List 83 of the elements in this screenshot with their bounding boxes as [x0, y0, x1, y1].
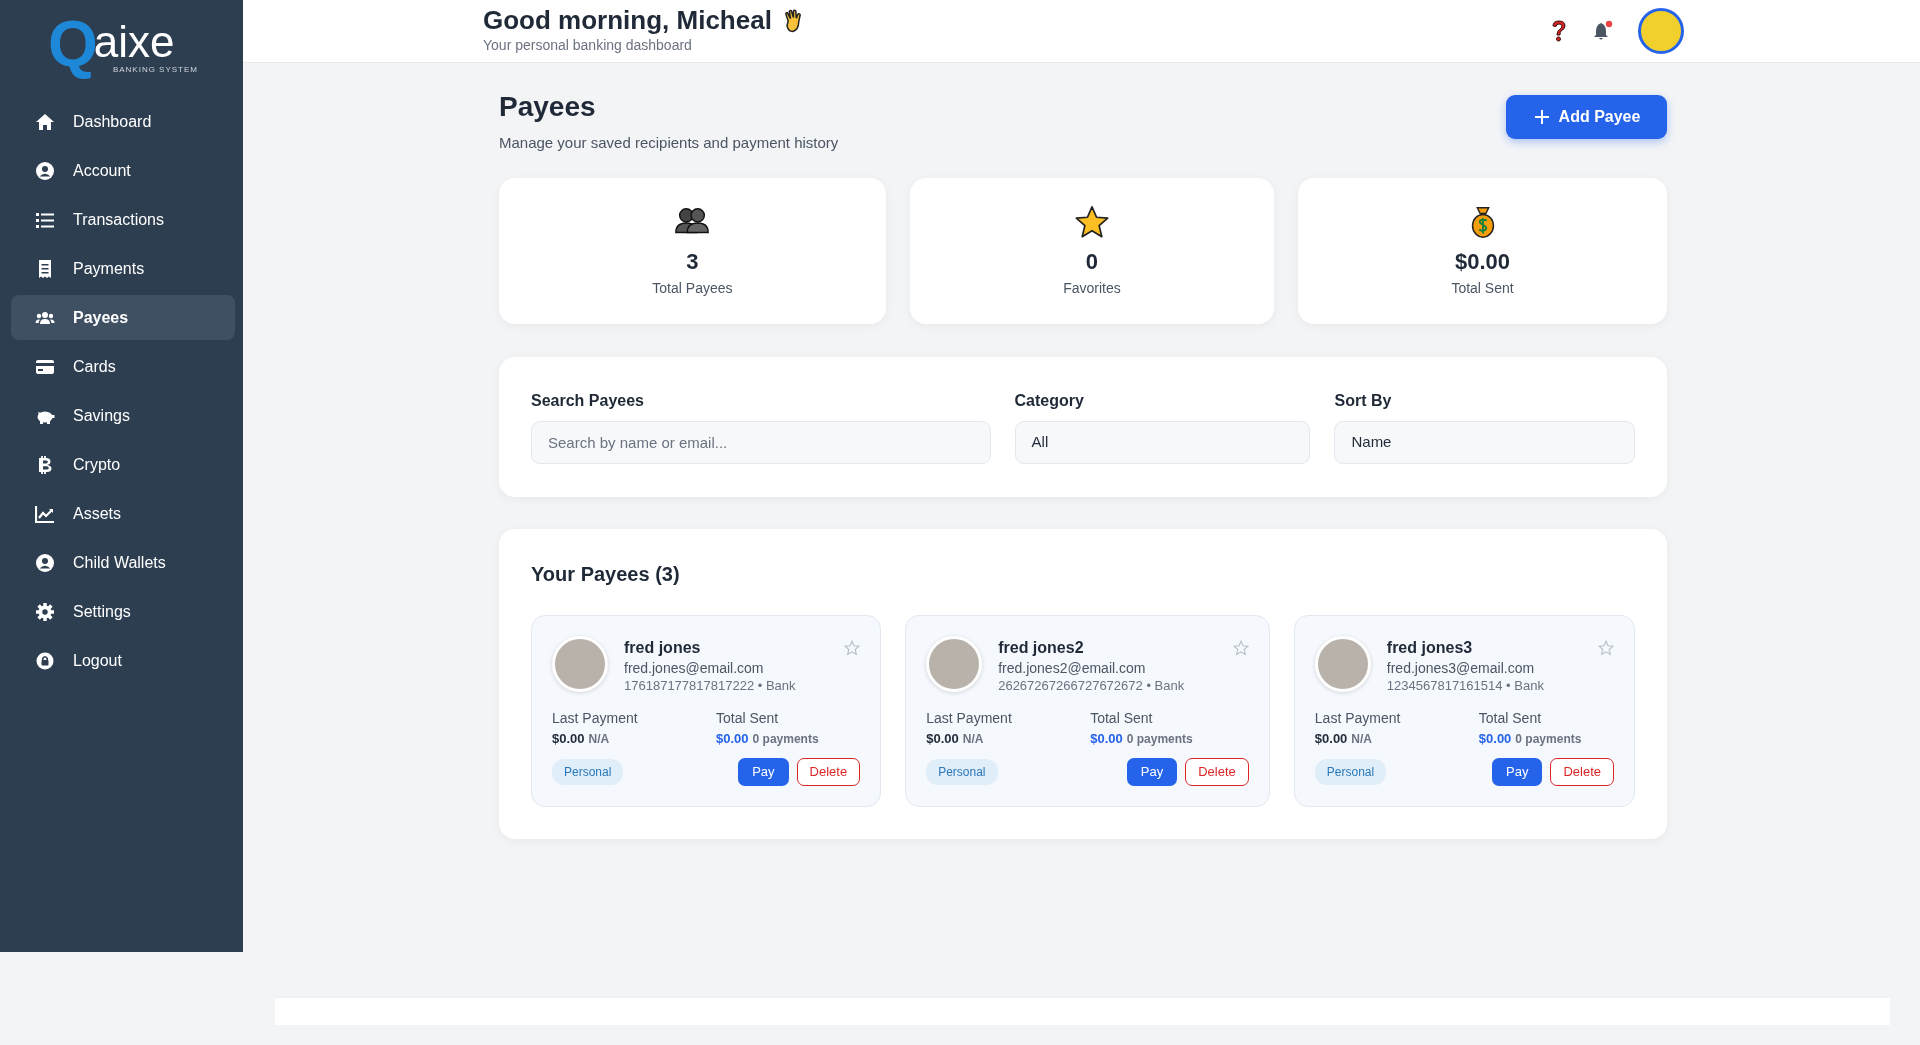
greeting: Good morning, Micheal	[483, 6, 772, 35]
category-tag: Personal	[926, 758, 998, 785]
search-field[interactable]: Search by name or email...	[531, 420, 991, 464]
greeting-subtitle: Your personal banking dashboard	[483, 35, 693, 55]
stat-label: Total Sent	[716, 708, 780, 728]
category-tag: Personal	[552, 758, 624, 785]
stat-value: 0	[1085, 247, 1099, 276]
payment-amount: $0.00	[1314, 729, 1348, 748]
payee-name: fred jones2	[998, 637, 1085, 658]
delete-button[interactable]: Delete	[1185, 757, 1249, 786]
stat-label: Total Sent	[1478, 708, 1543, 728]
help-icon[interactable]	[1550, 19, 1568, 43]
sidebar-item[interactable]: Crypto	[11, 442, 235, 487]
payment-date: N/A	[962, 730, 984, 748]
line-chart-icon	[35, 503, 55, 524]
user-circle-icon	[35, 552, 55, 573]
sidebar-item[interactable]: Child Wallets	[11, 540, 235, 585]
field-label: Category	[1014, 390, 1085, 411]
stat-label: Total Sent	[1090, 708, 1154, 728]
payee-email: fred.jones@email.com	[624, 659, 765, 677]
sidebar-item[interactable]: Account	[11, 148, 235, 193]
logo-tagline: BANKING SYSTEM	[112, 64, 198, 76]
avatar[interactable]	[1638, 8, 1684, 54]
payee-email: fred.jones2@email.com	[998, 659, 1147, 677]
sidebar-item[interactable]: Dashboard	[11, 99, 235, 144]
bell-icon[interactable]	[1592, 20, 1614, 42]
stat-label: Last Payment	[1314, 708, 1402, 728]
category-tag: Personal	[1314, 758, 1387, 785]
sidebar-item[interactable]: Cards	[11, 344, 235, 389]
photo-placeholder	[1314, 635, 1371, 692]
lock-circle-icon	[35, 650, 55, 671]
stat-value: $0.00	[1455, 247, 1511, 276]
payee-name: fred jones3	[1386, 637, 1474, 658]
dropdown-field[interactable]: All	[1014, 420, 1311, 464]
stat-label: Last Payment	[926, 708, 1013, 728]
plus-icon	[1532, 108, 1551, 126]
stat-value: 3	[686, 247, 699, 276]
favorite-star-icon[interactable]	[844, 639, 861, 656]
sent-amount: $0.00	[716, 729, 749, 748]
user-circle-icon	[35, 160, 55, 181]
account-number: 176187177817817222 • Bank	[624, 677, 797, 696]
pay-button[interactable]: Pay	[738, 757, 789, 786]
account-number: 26267267266727672672 • Bank	[998, 677, 1186, 696]
payment-date: N/A	[588, 730, 610, 748]
field-label: Search Payees	[531, 390, 645, 411]
sidebar-item[interactable]: Payments	[11, 246, 235, 291]
dropdown-field[interactable]: Name	[1334, 420, 1635, 464]
sidebar-item[interactable]: Settings	[11, 589, 235, 634]
sidebar-item[interactable]: Assets	[11, 491, 235, 536]
photo-placeholder	[926, 635, 983, 692]
sent-amount: $0.00	[1478, 729, 1512, 748]
stat-label: Favorites	[1063, 278, 1121, 298]
sidebar-item[interactable]: Transactions	[11, 197, 235, 242]
stat-label: Last Payment	[552, 708, 639, 728]
favorite-star-icon[interactable]	[1232, 639, 1249, 656]
home-icon	[35, 111, 55, 132]
stat-label: Total Sent	[1451, 278, 1514, 298]
sidebar-item[interactable]: Payees	[11, 295, 235, 340]
pay-button[interactable]: Pay	[1126, 757, 1178, 786]
section-title: Your Payees (3)	[531, 561, 681, 587]
field-label: Sort By	[1334, 390, 1393, 411]
sidebar-item[interactable]: Savings	[11, 393, 235, 438]
favorite-star-icon[interactable]	[1598, 639, 1614, 656]
payment-count: 0 payments	[1126, 730, 1193, 748]
sidebar-item[interactable]: Logout	[11, 638, 235, 683]
delete-button[interactable]: Delete	[796, 757, 861, 786]
photo-placeholder	[552, 635, 608, 692]
payee-email: fred.jones3@email.com	[1386, 659, 1536, 677]
gear-icon	[35, 601, 55, 622]
delete-button[interactable]: Delete	[1550, 757, 1614, 786]
payment-amount: $0.00	[552, 729, 585, 748]
page-subtitle: Manage your saved recipients and payment history	[499, 133, 839, 153]
account-number: 1234567817161514 • Bank	[1386, 677, 1545, 696]
payee-name: fred jones	[624, 637, 702, 658]
sent-amount: $0.00	[1090, 729, 1123, 748]
pay-button[interactable]: Pay	[1492, 757, 1543, 786]
add-payee-button[interactable]: Add Payee	[1506, 95, 1667, 139]
payment-count: 0 payments	[1515, 730, 1582, 748]
payment-count: 0 payments	[752, 730, 819, 748]
stat-label: Total Payees	[652, 278, 733, 298]
payment-date: N/A	[1351, 730, 1373, 748]
payment-amount: $0.00	[926, 729, 959, 748]
page-title: Payees	[499, 90, 597, 124]
